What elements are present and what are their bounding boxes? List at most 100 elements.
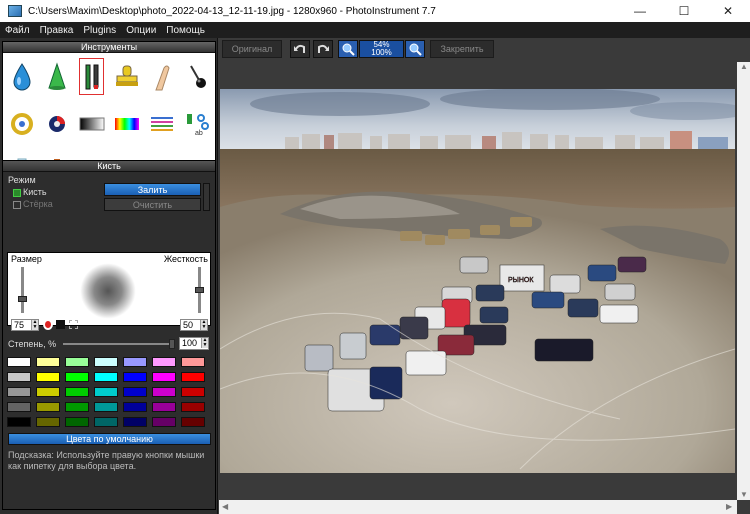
- title-bar: C:\Users\Maxim\Desktop\photo_2022-04-13_…: [0, 0, 750, 22]
- brush-mode-label: Кисть: [23, 187, 47, 197]
- menu-edit[interactable]: Правка: [35, 25, 79, 36]
- original-button[interactable]: Оригинал: [222, 40, 282, 58]
- scissors-tool-icon[interactable]: ab: [179, 100, 214, 147]
- app-icon: [8, 5, 22, 17]
- palette-swatch[interactable]: [7, 417, 31, 427]
- palette-swatch[interactable]: [181, 402, 205, 412]
- palette-swatch[interactable]: [181, 387, 205, 397]
- palette-swatch[interactable]: [94, 417, 118, 427]
- pin-tool-icon[interactable]: [179, 53, 214, 100]
- window-title: C:\Users\Maxim\Desktop\photo_2022-04-13_…: [28, 5, 436, 17]
- size-slider-thumb[interactable]: [18, 296, 27, 302]
- horizontal-scrollbar[interactable]: ◀ ▶: [219, 500, 737, 514]
- minimize-button[interactable]: —: [618, 0, 662, 22]
- save-button[interactable]: Закрепить: [430, 40, 494, 58]
- size-spinner-arrows[interactable]: ▲ ▼: [31, 320, 38, 330]
- palette-swatch[interactable]: [7, 372, 31, 382]
- zoom-in-icon[interactable]: [338, 40, 358, 58]
- hardness-slider-thumb[interactable]: [195, 287, 204, 293]
- palette-swatch[interactable]: [36, 417, 60, 427]
- zoom-100[interactable]: 100%: [360, 49, 403, 57]
- brush-preview-box: Размер Жесткость: [7, 252, 211, 326]
- scroll-up-arrow[interactable]: ▲: [740, 62, 748, 71]
- menu-file[interactable]: Файл: [0, 25, 35, 36]
- palette-swatch[interactable]: [152, 417, 176, 427]
- ring-tool-icon[interactable]: [4, 100, 39, 147]
- zoom-indicator[interactable]: 54% 100%: [359, 40, 404, 58]
- palette-swatch[interactable]: [36, 402, 60, 412]
- palette-swatch[interactable]: [7, 357, 31, 367]
- brush-mode-option[interactable]: Кисть: [13, 187, 47, 197]
- strength-slider-thumb[interactable]: [169, 339, 175, 349]
- palette-swatch[interactable]: [65, 357, 89, 367]
- scroll-right-arrow[interactable]: ▶: [726, 502, 732, 511]
- palette-swatch[interactable]: [36, 387, 60, 397]
- image-viewport[interactable]: РЫНОК: [220, 89, 735, 473]
- palette-swatch[interactable]: [94, 372, 118, 382]
- redo-icon[interactable]: [313, 40, 333, 58]
- maximize-button[interactable]: ☐: [662, 0, 706, 22]
- palette-swatch[interactable]: [152, 387, 176, 397]
- palette-swatch[interactable]: [65, 402, 89, 412]
- square-brush-shape[interactable]: [56, 320, 65, 329]
- palette-swatch[interactable]: [123, 402, 147, 412]
- drop-tool-icon[interactable]: [4, 53, 39, 100]
- menu-help[interactable]: Помощь: [161, 25, 210, 36]
- palette-swatch[interactable]: [123, 417, 147, 427]
- size-slider-track[interactable]: [21, 267, 24, 313]
- palette-swatch[interactable]: [152, 402, 176, 412]
- palette-swatch[interactable]: [152, 357, 176, 367]
- palette-swatch[interactable]: [94, 357, 118, 367]
- brush-mode-checkbox[interactable]: [13, 188, 21, 197]
- undo-icon[interactable]: [290, 40, 310, 58]
- cone-tool-icon[interactable]: [39, 53, 74, 100]
- palette-swatch[interactable]: [65, 387, 89, 397]
- scroll-left-arrow[interactable]: ◀: [222, 502, 228, 511]
- palette-swatch[interactable]: [181, 417, 205, 427]
- strength-spinner-arrows[interactable]: ▲ ▼: [201, 338, 208, 348]
- buttons-scroll[interactable]: [203, 183, 210, 211]
- palette-swatch[interactable]: [181, 357, 205, 367]
- custom-brush-shape[interactable]: [69, 320, 78, 329]
- palette-swatch[interactable]: [36, 357, 60, 367]
- stamp-tool-icon[interactable]: [109, 53, 144, 100]
- zoom-out-icon[interactable]: [405, 40, 425, 58]
- brush-tool-icon[interactable]: [74, 53, 109, 100]
- default-colors-button[interactable]: Цвета по умолчанию: [8, 433, 211, 445]
- rainbow-tool-icon[interactable]: [109, 100, 144, 147]
- palette-swatch[interactable]: [7, 387, 31, 397]
- lines-tool-icon[interactable]: [144, 100, 179, 147]
- palette-swatch[interactable]: [152, 372, 176, 382]
- eraser-mode-checkbox[interactable]: [13, 200, 21, 209]
- scroll-down-arrow[interactable]: ▼: [740, 490, 748, 499]
- strength-slider-track[interactable]: [63, 343, 171, 345]
- hardness-spinner-arrows[interactable]: ▲ ▼: [200, 320, 207, 330]
- size-spinner[interactable]: 75 ▲ ▼: [11, 319, 39, 331]
- gradient-tool-icon[interactable]: [74, 100, 109, 147]
- palette-swatch[interactable]: [94, 387, 118, 397]
- palette-swatch[interactable]: [123, 387, 147, 397]
- palette-swatch[interactable]: [7, 402, 31, 412]
- palette-swatch[interactable]: [181, 372, 205, 382]
- color-ball-icon[interactable]: [39, 100, 74, 147]
- clear-button[interactable]: Очистить: [104, 198, 201, 211]
- palette-swatch[interactable]: [36, 372, 60, 382]
- toolbar: Оригинал 54% 100% Закрепить: [219, 38, 750, 62]
- fill-button[interactable]: Залить: [104, 183, 201, 196]
- palette-swatch[interactable]: [65, 372, 89, 382]
- svg-text:ab: ab: [195, 130, 203, 137]
- photo-canvas[interactable]: РЫНОК: [220, 89, 735, 473]
- palette-swatch[interactable]: [94, 402, 118, 412]
- hardness-spinner[interactable]: 50 ▲ ▼: [180, 319, 208, 331]
- finger-tool-icon[interactable]: [144, 53, 179, 100]
- strength-spinner[interactable]: 100 ▲ ▼: [179, 337, 209, 350]
- close-button[interactable]: ✕: [706, 0, 750, 22]
- menu-plugins[interactable]: Plugins: [78, 25, 121, 36]
- vertical-scrollbar[interactable]: ▲ ▼: [737, 62, 750, 500]
- palette-swatch[interactable]: [123, 372, 147, 382]
- menu-options[interactable]: Опции: [121, 25, 161, 36]
- round-brush-shape[interactable]: [43, 319, 53, 330]
- palette-swatch[interactable]: [123, 357, 147, 367]
- palette-swatch[interactable]: [65, 417, 89, 427]
- eraser-mode-option[interactable]: Стёрка: [13, 199, 53, 209]
